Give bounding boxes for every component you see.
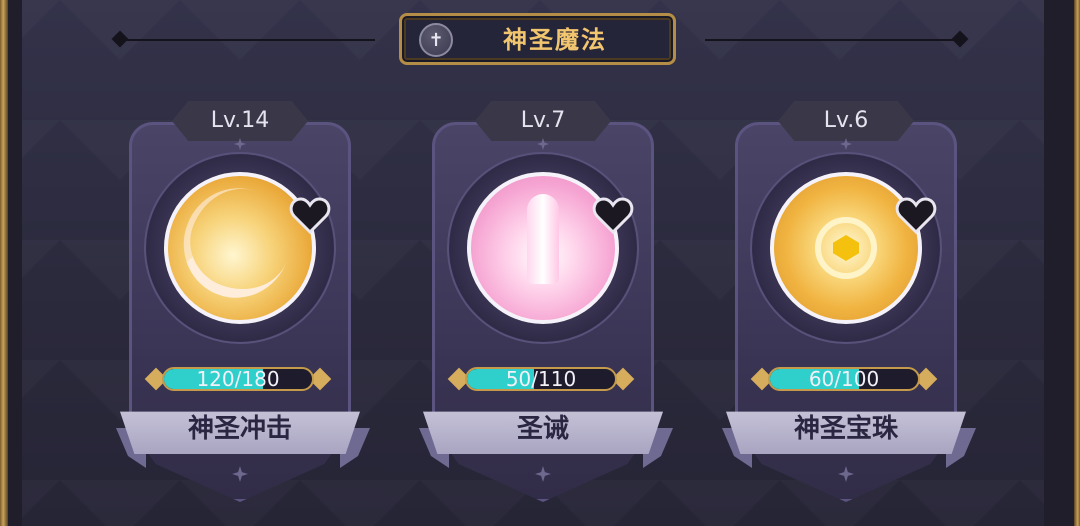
spell-name: 神圣冲击 — [187, 414, 292, 444]
pillar-shape — [527, 194, 559, 284]
frame-right-shadow — [1044, 0, 1074, 526]
heart-icon[interactable] — [591, 194, 635, 238]
progress-text: 50/110 — [505, 367, 577, 391]
level-badge: Lv.6 — [778, 101, 914, 141]
swoosh-shape — [168, 173, 306, 313]
progress-track: 60/100 — [768, 367, 920, 391]
frame-right-edge — [1074, 0, 1080, 526]
progress-bar: 120/180 — [144, 365, 332, 393]
header-divider-left — [125, 39, 375, 41]
level-badge: Lv.7 — [475, 101, 611, 141]
progress-track: 120/180 — [162, 367, 314, 391]
progress-text: 120/180 — [196, 367, 280, 391]
progress-bar: 50/110 — [447, 365, 635, 393]
heart-icon[interactable] — [894, 194, 938, 238]
page-title: 神圣魔法 — [503, 26, 607, 54]
frame-left-edge — [0, 0, 8, 526]
progress-text: 60/100 — [808, 367, 880, 391]
cross-emblem-icon: ✝ — [419, 23, 453, 57]
header-divider-right — [705, 39, 955, 41]
spell-name: 圣诫 — [516, 414, 569, 444]
frame-left-shadow — [8, 0, 22, 526]
progress-track: 50/110 — [465, 367, 617, 391]
level-badge: Lv.14 — [172, 101, 308, 141]
progress-bar: 60/100 — [750, 365, 938, 393]
heart-icon[interactable] — [288, 194, 332, 238]
spell-name: 神圣宝珠 — [793, 414, 898, 444]
